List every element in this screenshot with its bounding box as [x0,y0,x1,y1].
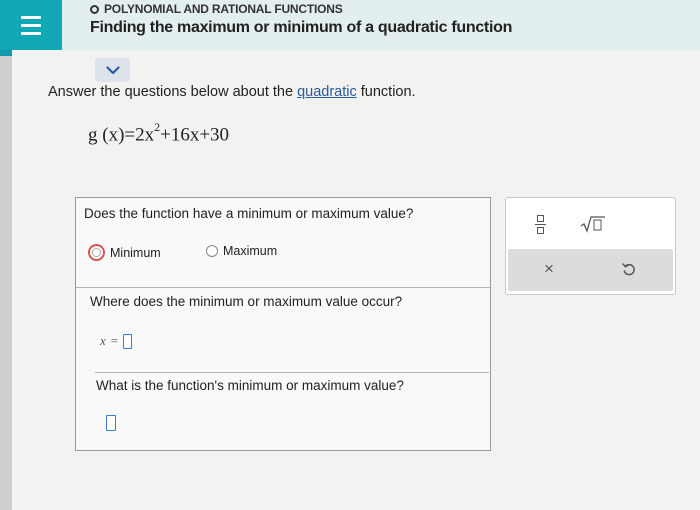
question-2-text: Where does the minimum or maximum value … [90,294,403,309]
palette-actions [508,249,673,291]
question-1-text: Does the function have a minimum or maxi… [84,206,414,221]
extreme-value-input[interactable] [106,415,116,431]
menu-button[interactable] [0,0,62,50]
question-prompt: Answer the questions below about the qua… [48,84,416,100]
math-palette: × [505,197,676,295]
x-variable: x [100,333,106,348]
minimum-option[interactable]: Minimum [88,244,161,261]
equation-exponent: 2 [154,120,161,134]
maximum-radio[interactable] [206,245,218,257]
minimum-radio[interactable] [88,244,105,261]
undo-icon [622,263,635,276]
prompt-text-after: function. [356,84,416,100]
equals-sign: = [110,333,119,348]
maximum-option[interactable]: Maximum [206,244,277,258]
minimum-label: Minimum [110,245,161,260]
function-equation: g (x)=2x2+16x+30 [88,120,230,146]
maximum-label: Maximum [223,244,278,258]
equation-rhs: +16x+30 [160,124,230,146]
undo-button[interactable] [620,257,638,281]
header-bar: POLYNOMIAL AND RATIONAL FUNCTIONS Findin… [0,0,700,50]
collapse-button[interactable] [95,58,130,82]
hamburger-icon [21,15,41,35]
square-root-icon [580,216,605,233]
left-strip [0,50,12,510]
topic-label: POLYNOMIAL AND RATIONAL FUNCTIONS [90,2,343,16]
fraction-button[interactable] [532,212,548,236]
divider [95,372,489,373]
divider [76,287,490,288]
equation-lhs: g (x)=2x [88,124,155,146]
quadratic-link[interactable]: quadratic [297,84,357,100]
question-3-text: What is the function's minimum or maximu… [96,378,404,393]
square-root-button[interactable] [578,212,608,236]
question-card: Does the function have a minimum or maxi… [75,197,491,451]
chevron-down-icon [105,65,120,74]
prompt-text-before: Answer the questions below about the [48,84,298,100]
clear-button[interactable]: × [540,257,558,281]
lesson-title: Finding the maximum or minimum of a quad… [90,19,513,36]
topic-text: POLYNOMIAL AND RATIONAL FUNCTIONS [104,2,343,16]
left-strip-accent [0,50,12,56]
clear-icon: × [544,259,554,278]
x-answer-row: x = [100,333,133,349]
topic-circle-icon [90,4,99,14]
fraction-icon [536,214,544,222]
x-value-input[interactable] [123,333,133,349]
